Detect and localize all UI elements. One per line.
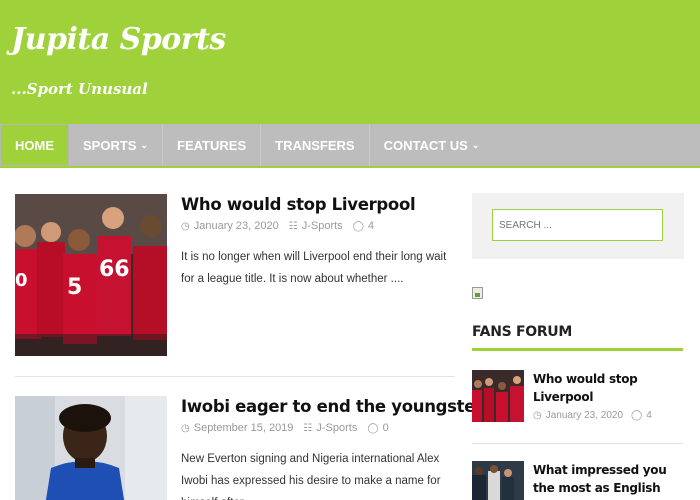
sidebar-post-thumbnail[interactable] <box>472 370 524 422</box>
comment-icon: ◯ <box>352 220 364 232</box>
post-divider <box>15 376 455 377</box>
nav-item-features[interactable]: FEATURES <box>163 124 262 166</box>
post-body: Who would stop Liverpool ◷ January 23, 2… <box>181 194 461 290</box>
widget-title: FANS FORUM <box>472 324 573 340</box>
site-header: Jupita Sports ...Sport Unusual <box>0 0 700 124</box>
broken-image-icon <box>472 287 483 299</box>
sidebar-post-title[interactable]: Who would stop Liverpool <box>533 370 685 406</box>
sidebar-post-thumbnail[interactable] <box>472 461 524 500</box>
sidebar-divider <box>472 443 683 444</box>
post-body: Iwobi eager to end the youngster tag ◷ S… <box>181 396 519 500</box>
post-meta: ◷ January 23, 2020 ☷ J-Sports ◯ 4 <box>181 220 461 232</box>
comment-icon: ◯ <box>631 410 643 421</box>
sidebar-post-item: Who would stop Liverpool ◷ January 23, 2… <box>472 370 684 426</box>
post-thumbnail-iwobi[interactable] <box>15 396 167 500</box>
nav-item-transfers[interactable]: TRANSFERS <box>261 124 370 166</box>
chevron-down-icon: ⌄ <box>471 139 480 150</box>
search-input[interactable] <box>492 209 663 241</box>
chevron-down-icon: ⌄ <box>140 139 149 150</box>
post-excerpt: It is no longer when will Liverpool end … <box>181 251 447 285</box>
post-excerpt: New Everton signing and Nigeria internat… <box>181 453 441 500</box>
nav-item-sports[interactable]: SPORTS ⌄ <box>69 124 164 166</box>
widget-title-underline <box>472 348 683 351</box>
nav-item-label: TRANSFERS <box>275 137 355 153</box>
nav-item-label: CONTACT US <box>383 137 468 153</box>
post-card: Iwobi eager to end the youngster tag ◷ S… <box>15 396 519 500</box>
nav-item-label: FEATURES <box>177 137 247 153</box>
site-title[interactable]: Jupita Sports <box>11 22 226 57</box>
main-nav: HOME SPORTS ⌄ FEATURES TRANSFERS CONTACT… <box>0 124 700 168</box>
post-title[interactable]: Iwobi eager to end the youngster tag <box>181 396 519 418</box>
search-widget <box>472 193 684 259</box>
nav-item-label: SPORTS <box>83 137 137 153</box>
calendar-icon: ◷ <box>533 410 542 421</box>
post-comments[interactable]: 0 <box>383 422 389 434</box>
comment-icon: ◯ <box>367 422 379 434</box>
user-icon: ☷ <box>303 422 313 434</box>
post-date: September 15, 2019 <box>193 422 294 434</box>
sidebar-post-title[interactable]: What impressed you the most as English P… <box>533 461 685 500</box>
sidebar-post-item: What impressed you the most as English P… <box>472 461 684 500</box>
nav-item-home[interactable]: HOME <box>0 124 69 166</box>
svg-text:5: 5 <box>67 275 82 300</box>
post-card: 5 66 0 Who would stop Liverpool ◷ Januar… <box>15 194 455 358</box>
user-icon: ☷ <box>288 220 298 232</box>
post-date: January 23, 2020 <box>193 220 279 232</box>
post-thumbnail-liverpool[interactable]: 5 66 0 <box>15 194 167 356</box>
post-comments[interactable]: 4 <box>368 220 374 232</box>
sidebar-post-body: Who would stop Liverpool ◷ January 23, 2… <box>533 370 685 421</box>
nav-item-label: HOME <box>15 137 54 153</box>
post-author[interactable]: J-Sports <box>302 220 343 232</box>
sidebar-post-comments[interactable]: 4 <box>646 410 652 421</box>
calendar-icon: ◷ <box>181 422 190 434</box>
site-tagline: ...Sport Unusual <box>11 80 148 98</box>
sidebar-post-meta: ◷ January 23, 2020 ◯ 4 <box>533 410 685 421</box>
svg-text:0: 0 <box>15 270 28 291</box>
nav-item-contact-us[interactable]: CONTACT US ⌄ <box>370 124 494 166</box>
post-meta: ◷ September 15, 2019 ☷ J-Sports ◯ 0 <box>181 422 461 434</box>
post-author[interactable]: J-Sports <box>316 422 357 434</box>
svg-text:66: 66 <box>99 257 130 282</box>
calendar-icon: ◷ <box>181 220 190 232</box>
sidebar-post-date: January 23, 2020 <box>545 410 624 421</box>
sidebar-post-body: What impressed you the most as English P… <box>533 461 685 500</box>
post-title[interactable]: Who would stop Liverpool <box>181 194 461 216</box>
